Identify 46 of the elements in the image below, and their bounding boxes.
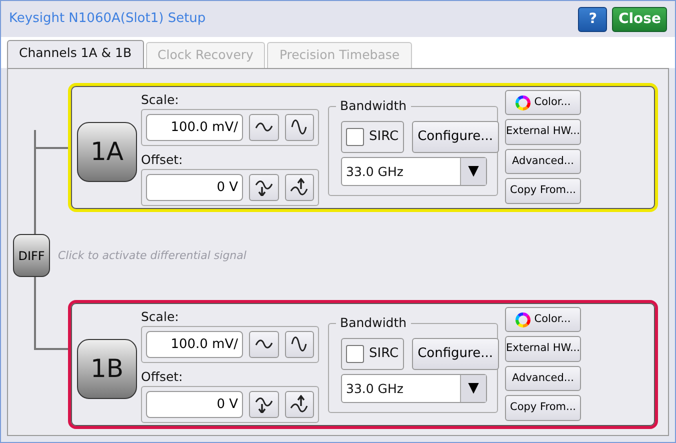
offset-label: Offset: — [141, 368, 184, 386]
offset-field[interactable]: 0 V — [146, 390, 243, 418]
sine-large-icon — [289, 118, 310, 136]
scale-field[interactable]: 100.0 mV/ — [146, 330, 243, 358]
icon-button[interactable] — [249, 174, 278, 201]
icon-button[interactable] — [249, 330, 278, 358]
side-button[interactable]: Copy From... — [505, 395, 581, 421]
color-wheel-icon — [515, 312, 532, 328]
side-button[interactable]: Advanced... — [505, 148, 581, 174]
color-wheel-icon — [515, 94, 532, 110]
icon-button[interactable] — [284, 390, 314, 418]
offset-up-icon — [289, 395, 310, 414]
configure-button[interactable]: Configure... — [412, 338, 499, 370]
configure-button[interactable]: Configure... — [412, 120, 499, 153]
offset-label: Offset: — [141, 150, 184, 169]
sine-large-icon — [289, 335, 310, 354]
icon-button[interactable] — [284, 114, 314, 141]
sirc-checkbox[interactable]: SIRC — [341, 338, 404, 370]
hint-text: Click to activate differential signal — [58, 248, 246, 264]
side-button[interactable]: External HW... — [505, 119, 581, 145]
offset-down-icon — [254, 395, 274, 414]
tab[interactable]: Channels 1A & 1B — [7, 40, 144, 68]
side-button[interactable]: Color... — [505, 90, 581, 116]
icon-button[interactable] — [249, 114, 278, 141]
offset-up-icon — [289, 178, 310, 196]
bandwidth-dropdown[interactable]: 33.0 GHz ▼ — [341, 156, 487, 186]
sirc-checkbox[interactable]: SIRC — [341, 120, 404, 153]
scale-label: Scale: — [141, 308, 180, 326]
close-button[interactable]: Close — [612, 6, 667, 32]
side-button[interactable]: Color... — [505, 306, 581, 332]
offset-field[interactable]: 0 V — [146, 174, 243, 201]
help-button[interactable]: ? — [578, 6, 608, 32]
bandwidth-dropdown[interactable]: 33.0 GHz ▼ — [341, 374, 487, 403]
side-button[interactable]: Advanced... — [505, 366, 581, 392]
icon-button[interactable] — [249, 390, 278, 418]
scale-label: Scale: — [141, 90, 180, 109]
side-button[interactable]: Copy From... — [505, 178, 581, 204]
icon-button[interactable] — [284, 174, 314, 201]
window-title: Keysight N1060A(Slot1) Setup — [9, 10, 207, 28]
side-button[interactable]: External HW... — [505, 336, 581, 362]
channel-button[interactable]: 1A — [77, 122, 137, 182]
icon-button[interactable] — [284, 330, 314, 358]
channel-button[interactable]: 1B — [77, 338, 137, 399]
offset-down-icon — [254, 178, 274, 196]
scale-field[interactable]: 100.0 mV/ — [146, 114, 243, 141]
diff-button[interactable]: DIFF — [13, 234, 50, 278]
